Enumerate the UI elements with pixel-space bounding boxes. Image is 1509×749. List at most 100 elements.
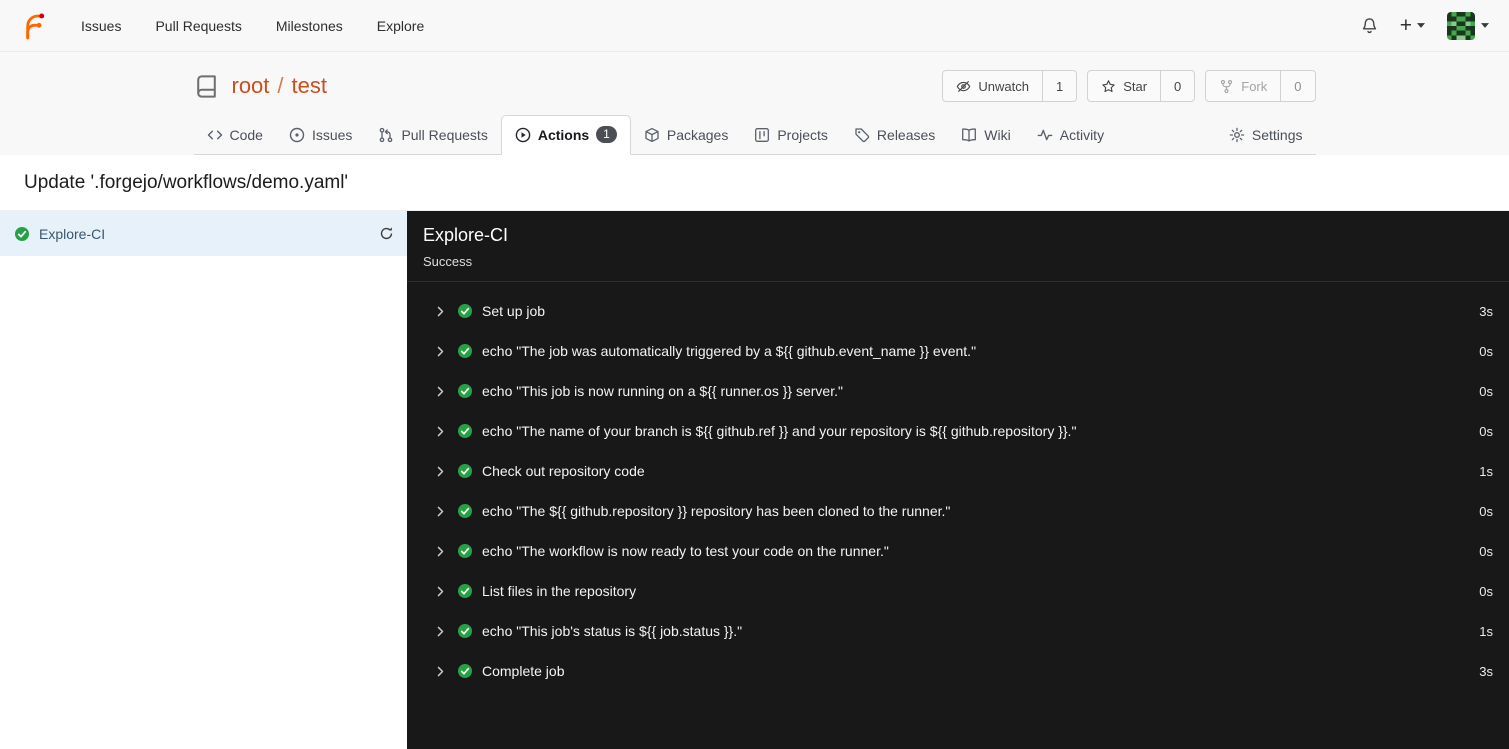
create-new-button[interactable]: +	[1400, 15, 1425, 36]
step-row[interactable]: echo "The name of your branch is ${{ git…	[407, 411, 1509, 451]
chevron-right-icon[interactable]	[434, 505, 447, 518]
chevron-right-icon[interactable]	[434, 585, 447, 598]
step-duration: 0s	[1479, 543, 1493, 559]
job-log-panel: Explore-CI Success Set up job 3s echo "T…	[407, 211, 1509, 749]
forks-count[interactable]: 0	[1280, 71, 1314, 101]
step-name: echo "The name of your branch is ${{ git…	[482, 423, 1077, 439]
repo-breadcrumb: root / test	[232, 73, 328, 99]
tab-activity[interactable]: Activity	[1024, 117, 1117, 154]
chevron-right-icon[interactable]	[434, 545, 447, 558]
fork-button[interactable]: Fork	[1206, 71, 1280, 101]
step-row[interactable]: Complete job 3s	[407, 651, 1509, 691]
step-row[interactable]: echo "This job's status is ${{ job.statu…	[407, 611, 1509, 651]
step-duration: 1s	[1479, 463, 1493, 479]
user-menu-button[interactable]	[1447, 11, 1489, 40]
success-check-icon	[457, 583, 473, 599]
fork-label: Fork	[1241, 78, 1268, 94]
code-icon	[207, 127, 223, 143]
tag-icon	[854, 127, 870, 143]
repo-owner-link[interactable]: root	[232, 73, 270, 99]
tab-issues[interactable]: Issues	[276, 117, 365, 154]
gear-icon	[1229, 127, 1245, 143]
issue-icon	[289, 127, 305, 143]
success-check-icon	[457, 383, 473, 399]
fork-button-group[interactable]: Fork 0	[1205, 70, 1316, 102]
star-button-group[interactable]: Star 0	[1087, 70, 1196, 102]
step-name: echo "The job was automatically triggere…	[482, 343, 977, 359]
repo-header: root / test Unwatch 1 Star 0 Fork 0 Code…	[0, 52, 1509, 155]
job-name: Explore-CI	[39, 225, 106, 242]
step-duration: 0s	[1479, 503, 1493, 519]
success-check-icon	[457, 543, 473, 559]
job-status-text: Success	[423, 254, 473, 269]
chevron-right-icon[interactable]	[434, 345, 447, 358]
tab-packages[interactable]: Packages	[631, 117, 741, 154]
pull-request-icon	[378, 127, 394, 143]
chevron-right-icon[interactable]	[434, 425, 447, 438]
repo-name-link[interactable]: test	[292, 73, 327, 99]
tab-settings[interactable]: Settings	[1216, 117, 1316, 154]
tab-projects[interactable]: Projects	[741, 117, 841, 154]
chevron-right-icon[interactable]	[434, 465, 447, 478]
unwatch-button-group[interactable]: Unwatch 1	[942, 70, 1078, 102]
step-row[interactable]: echo "The ${{ github.repository }} repos…	[407, 491, 1509, 531]
step-name: Complete job	[482, 663, 565, 679]
watchers-count[interactable]: 1	[1041, 71, 1076, 101]
stars-count[interactable]: 0	[1160, 71, 1194, 101]
repo-icon	[194, 74, 219, 99]
tab-wiki[interactable]: Wiki	[948, 117, 1023, 154]
tab-pull-requests[interactable]: Pull Requests	[365, 117, 500, 154]
tab-label: Activity	[1059, 127, 1105, 143]
step-row[interactable]: echo "The job was automatically triggere…	[407, 331, 1509, 371]
step-name: echo "This job is now running on a ${{ r…	[482, 383, 843, 399]
step-name: echo "This job's status is ${{ job.statu…	[482, 623, 743, 639]
actions-count-badge: 1	[596, 126, 617, 143]
chevron-right-icon[interactable]	[434, 625, 447, 638]
unwatch-label: Unwatch	[978, 78, 1029, 94]
nav-item-explore[interactable]: Explore	[360, 0, 441, 52]
top-navbar: Issues Pull Requests Milestones Explore …	[0, 0, 1509, 52]
chevron-right-icon[interactable]	[434, 665, 447, 678]
step-row[interactable]: echo "The workflow is now ready to test …	[407, 531, 1509, 571]
star-button[interactable]: Star	[1088, 71, 1160, 101]
nav-item-milestones[interactable]: Milestones	[259, 0, 360, 52]
nav-item-issues[interactable]: Issues	[64, 0, 138, 52]
step-row[interactable]: Check out repository code 1s	[407, 451, 1509, 491]
star-label: Star	[1123, 78, 1148, 94]
step-name: Set up job	[482, 303, 546, 319]
tab-code[interactable]: Code	[194, 117, 276, 154]
tab-releases[interactable]: Releases	[841, 117, 948, 154]
tab-label: Issues	[311, 127, 353, 143]
star-icon	[1101, 79, 1116, 94]
pulse-icon	[1037, 127, 1053, 143]
tab-label: Packages	[666, 127, 729, 143]
forgejo-logo[interactable]	[20, 12, 48, 40]
unwatch-button[interactable]: Unwatch	[943, 71, 1042, 101]
success-check-icon	[457, 303, 473, 319]
navbar-right: +	[1361, 11, 1495, 40]
job-panel-header: Explore-CI Success	[407, 211, 1509, 282]
step-name: Check out repository code	[482, 463, 645, 479]
success-check-icon	[457, 423, 473, 439]
job-panel-title: Explore-CI	[423, 225, 509, 245]
chevron-right-icon[interactable]	[434, 385, 447, 398]
workflow-run-title: Update '.forgejo/workflows/demo.yaml'	[0, 155, 1509, 210]
tab-actions[interactable]: Actions 1	[500, 115, 631, 155]
success-check-icon	[457, 623, 473, 639]
job-list-item[interactable]: Explore-CI	[0, 211, 407, 256]
nav-item-pull-requests[interactable]: Pull Requests	[138, 0, 258, 52]
book-icon	[961, 127, 977, 143]
tab-label: Code	[229, 127, 263, 143]
step-row[interactable]: Set up job 3s	[407, 291, 1509, 331]
step-row[interactable]: echo "This job is now running on a ${{ r…	[407, 371, 1509, 411]
step-row[interactable]: List files in the repository 0s	[407, 571, 1509, 611]
repo-action-buttons: Unwatch 1 Star 0 Fork 0	[942, 70, 1316, 102]
chevron-down-icon	[1417, 23, 1425, 28]
rerun-sync-icon[interactable]	[379, 226, 394, 241]
notifications-button[interactable]	[1361, 17, 1378, 34]
success-check-icon	[14, 226, 30, 242]
chevron-right-icon[interactable]	[434, 305, 447, 318]
tab-label: Wiki	[984, 127, 1011, 143]
run-body: Explore-CI Explore-CI Success Set up job…	[0, 210, 1509, 749]
step-duration: 0s	[1479, 583, 1493, 599]
